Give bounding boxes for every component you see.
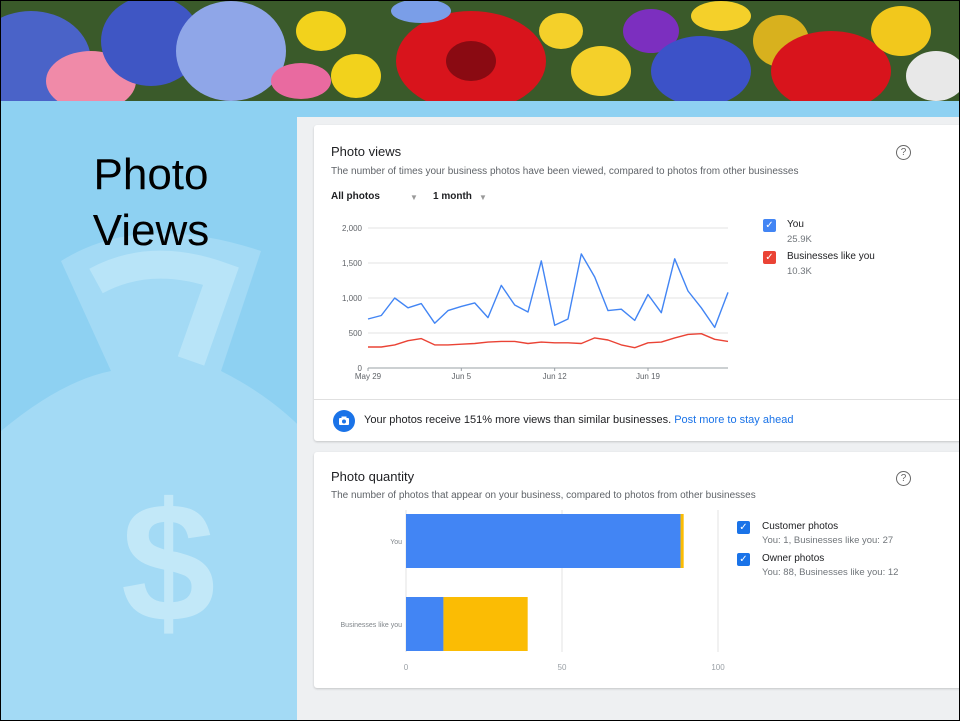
you-checkbox-icon[interactable]: ✓ bbox=[763, 219, 776, 232]
camera-icon bbox=[333, 410, 355, 432]
time-range-dropdown[interactable]: 1 month bbox=[433, 191, 472, 202]
legend-customer-photos-detail: You: 1, Businesses like you: 27 bbox=[762, 535, 894, 546]
customer-photos-checkbox-icon[interactable]: ✓ bbox=[737, 521, 750, 534]
legend-you-label: You bbox=[787, 219, 804, 230]
legend-businesses-value: 10.3K bbox=[787, 266, 812, 277]
series-line-businesses-like-you bbox=[368, 332, 729, 349]
dropdown-caret-icon[interactable]: ▼ bbox=[479, 193, 487, 202]
photo-views-card: Photo views The number of times your bus… bbox=[314, 125, 959, 442]
photo-quantity-card: Photo quantity The number of photos that… bbox=[314, 452, 959, 688]
flower-banner-image bbox=[1, 1, 959, 101]
photo-quantity-bar-chart: 0 50 100 You Businesses like you bbox=[341, 510, 725, 672]
photo-filter-dropdown[interactable]: All photos bbox=[331, 191, 380, 202]
owner-photos-checkbox-icon[interactable]: ✓ bbox=[737, 553, 750, 566]
legend-businesses-label: Businesses like you bbox=[787, 251, 875, 262]
bar-customer-photos bbox=[680, 514, 684, 568]
y-tick-label: 1,500 bbox=[342, 259, 363, 268]
y-tick-label: 1,000 bbox=[342, 294, 363, 303]
x-tick-label: Jun 5 bbox=[452, 372, 472, 381]
views-insight-bar: Your photos receive 151% more views than… bbox=[314, 399, 959, 442]
x-tick-label: May 29 bbox=[355, 372, 382, 381]
category-label: You bbox=[390, 539, 402, 546]
post-more-link[interactable]: Post more to stay ahead bbox=[674, 414, 793, 426]
legend-you-value: 25.9K bbox=[787, 234, 812, 245]
x-tick-label: 100 bbox=[711, 663, 725, 672]
legend-customer-photos-label: Customer photos bbox=[762, 521, 839, 532]
businesses-checkbox-icon[interactable]: ✓ bbox=[763, 251, 776, 264]
y-tick-label: 2,000 bbox=[342, 224, 363, 233]
views-insight-text: Your photos receive 151% more views than… bbox=[364, 414, 793, 426]
bar-owner-photos bbox=[406, 514, 681, 568]
svg-text:$: $ bbox=[121, 468, 216, 658]
y-tick-label: 500 bbox=[349, 329, 363, 338]
bar-owner-photos bbox=[406, 597, 444, 651]
dropdown-caret-icon[interactable]: ▼ bbox=[410, 193, 418, 202]
photo-quantity-title: Photo quantity bbox=[331, 469, 415, 484]
help-icon[interactable]: ? bbox=[896, 145, 911, 160]
photo-views-title: Photo views bbox=[331, 144, 402, 159]
slide-title: Photo Views bbox=[92, 150, 210, 255]
x-tick-label: 0 bbox=[404, 663, 409, 672]
photo-quantity-subtitle: The number of photos that appear on your… bbox=[331, 490, 756, 501]
insight-message: Your photos receive 151% more views than… bbox=[364, 414, 672, 426]
photo-views-subtitle: The number of times your business photos… bbox=[331, 166, 799, 177]
photo-views-line-chart: 05001,0001,5002,000May 29 Jun 5 Jun 12 Jun … bbox=[342, 224, 729, 381]
x-tick-label: Jun 12 bbox=[543, 372, 568, 381]
legend-owner-photos-detail: You: 88, Businesses like you: 12 bbox=[762, 567, 899, 578]
help-icon[interactable]: ? bbox=[896, 471, 911, 486]
slide: $ Photo Views Photo views The number of … bbox=[0, 0, 960, 721]
x-tick-label: 50 bbox=[558, 663, 567, 672]
legend-owner-photos-label: Owner photos bbox=[762, 553, 825, 564]
category-label: Businesses like you bbox=[341, 622, 403, 629]
x-tick-label: Jun 19 bbox=[636, 372, 661, 381]
bar-customer-photos bbox=[443, 597, 528, 651]
series-line-you bbox=[367, 253, 729, 329]
